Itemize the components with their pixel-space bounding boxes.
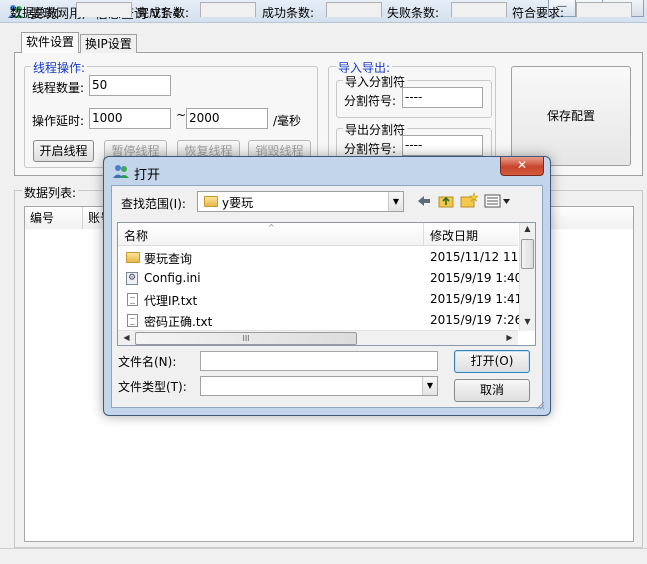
filename-input[interactable] bbox=[200, 351, 438, 371]
export-separator-label: 分割符号: bbox=[344, 142, 397, 156]
file-date: 2015/9/19 1:40 bbox=[430, 271, 523, 285]
file-date: 2015/11/12 11:5 bbox=[430, 250, 530, 264]
dialog-close-button[interactable]: ✕ bbox=[500, 157, 544, 176]
file-name: Config.ini bbox=[144, 271, 201, 285]
total-count-label: 数据总数: bbox=[10, 6, 63, 20]
fail-count-field bbox=[451, 2, 507, 17]
horizontal-scroll-thumb[interactable]: III bbox=[135, 332, 357, 345]
filetype-combo[interactable]: ▼ bbox=[200, 376, 438, 396]
save-config-button[interactable]: 保存配置 bbox=[511, 66, 631, 166]
column-header-date[interactable]: 修改日期 bbox=[430, 227, 478, 244]
new-folder-icon[interactable] bbox=[460, 192, 478, 208]
file-date: 2015/9/19 1:41 bbox=[430, 292, 523, 306]
total-count-field bbox=[76, 2, 132, 17]
scroll-right-icon[interactable]: ▶ bbox=[502, 333, 517, 342]
text-file-icon bbox=[127, 314, 138, 327]
file-date: 2015/9/19 7:26 bbox=[430, 313, 523, 327]
dialog-app-icon bbox=[113, 165, 129, 178]
folder-icon bbox=[126, 252, 140, 263]
list-item[interactable]: 要玩查询 2015/11/12 11:5 bbox=[118, 247, 530, 268]
export-separator-title: 导出分割符 bbox=[343, 121, 408, 138]
fail-count-label: 失败条数: bbox=[387, 6, 440, 20]
file-name: 要玩查询 bbox=[144, 252, 193, 266]
delay-separator: ~ bbox=[176, 108, 187, 122]
match-count-label: 符合要求: bbox=[512, 6, 565, 20]
resize-grip-icon[interactable] bbox=[535, 400, 545, 410]
back-arrow-icon[interactable] bbox=[417, 195, 431, 207]
column-header-id[interactable]: 编号 bbox=[25, 207, 83, 229]
filename-label: 文件名(N): bbox=[118, 355, 177, 369]
tab-software-settings[interactable]: 软件设置 bbox=[21, 32, 80, 53]
settings-file-icon: ⚙ bbox=[126, 272, 138, 285]
scroll-up-icon[interactable]: ▲ bbox=[520, 224, 535, 233]
delay-label: 操作延时: bbox=[32, 114, 85, 128]
done-count-label: 完成条数: bbox=[137, 6, 190, 20]
match-count-field bbox=[576, 2, 632, 17]
up-folder-icon[interactable] bbox=[438, 193, 454, 208]
open-button[interactable]: 打开(O) bbox=[454, 350, 530, 373]
sort-up-icon: ^ bbox=[268, 223, 275, 232]
file-list[interactable]: 名称 ^ 修改日期 要玩查询 2015/11/12 11:5 ⚙ Config.… bbox=[117, 222, 536, 346]
data-list-title: 数据列表: bbox=[22, 184, 79, 201]
start-thread-button[interactable]: 开启线程 bbox=[33, 140, 94, 162]
import-separator-label: 分割符号: bbox=[344, 94, 397, 108]
chevron-down-icon[interactable]: ▼ bbox=[388, 192, 403, 211]
status-bar bbox=[0, 548, 647, 564]
thread-group-title: 线程操作: bbox=[31, 59, 88, 76]
file-name: 密码正确.txt bbox=[144, 315, 213, 329]
scroll-left-icon[interactable]: ◀ bbox=[119, 333, 134, 342]
scroll-down-icon[interactable]: ▼ bbox=[520, 317, 535, 326]
folder-icon bbox=[204, 196, 218, 207]
done-count-field bbox=[200, 2, 256, 17]
thread-count-label: 线程数量: bbox=[32, 81, 85, 95]
list-item[interactable]: ⚙ Config.ini 2015/9/19 1:40 bbox=[118, 268, 522, 289]
delay-max-input[interactable]: 2000 bbox=[186, 108, 268, 129]
list-item[interactable]: 密码正确.txt 2015/9/19 7:26 bbox=[118, 310, 522, 331]
delay-unit-label: /毫秒 bbox=[273, 114, 302, 128]
tab-ip-settings[interactable]: 换IP设置 bbox=[80, 34, 137, 53]
delay-min-input[interactable]: 1000 bbox=[89, 108, 171, 129]
vertical-scroll-thumb[interactable] bbox=[521, 239, 534, 269]
look-in-value: y要玩 bbox=[222, 196, 254, 210]
import-separator-title: 导入分割符 bbox=[343, 73, 408, 90]
cancel-button[interactable]: 取消 bbox=[454, 379, 530, 402]
view-menu-icon[interactable] bbox=[484, 194, 512, 208]
vertical-scrollbar[interactable]: ▲ ▼ bbox=[519, 223, 535, 331]
dialog-title: 打开 bbox=[134, 168, 161, 183]
chevron-down-icon[interactable]: ▼ bbox=[422, 377, 437, 395]
file-list-header: 名称 ^ 修改日期 bbox=[118, 223, 518, 246]
column-header-name[interactable]: 名称 bbox=[124, 227, 148, 244]
file-name: 代理IP.txt bbox=[144, 294, 198, 308]
import-separator-input[interactable]: ---- bbox=[402, 87, 483, 108]
thread-count-input[interactable]: 50 bbox=[89, 75, 171, 96]
filetype-label: 文件类型(T): bbox=[118, 380, 187, 394]
look-in-combo[interactable]: y要玩 ▼ bbox=[197, 191, 404, 212]
text-file-icon bbox=[127, 293, 138, 306]
list-item[interactable]: 代理IP.txt 2015/9/19 1:41 bbox=[118, 289, 522, 310]
horizontal-scrollbar[interactable]: ◀ III ▶ bbox=[118, 330, 518, 345]
success-count-label: 成功条数: bbox=[262, 6, 315, 20]
export-separator-input[interactable]: ---- bbox=[402, 135, 483, 156]
look-in-label: 查找范围(I): bbox=[121, 197, 186, 211]
success-count-field bbox=[326, 2, 382, 17]
column-divider bbox=[423, 223, 424, 245]
